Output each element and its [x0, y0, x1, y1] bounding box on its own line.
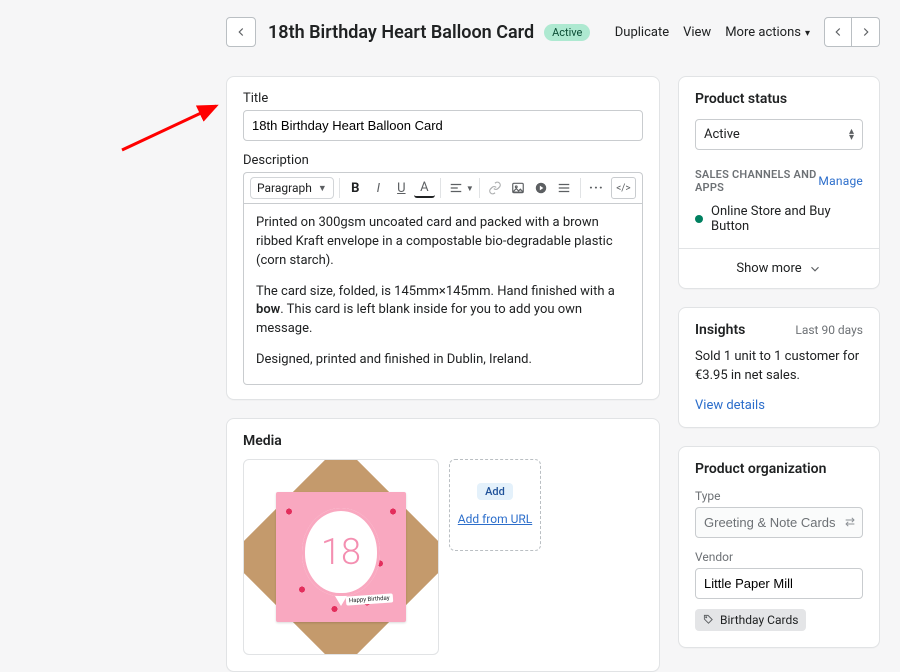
page-title: 18th Birthday Heart Balloon Card [268, 22, 534, 43]
desc-paragraph: Designed, printed and finished in Dublin… [256, 351, 630, 370]
media-card: Media 18 Happy Birthday Add Add from URL [226, 418, 660, 672]
insights-heading: Insights [695, 322, 745, 338]
description-editor[interactable]: Printed on 300gsm uncoated card and pack… [243, 203, 643, 385]
rte-video-button[interactable] [531, 177, 552, 199]
duplicate-action[interactable]: Duplicate [615, 25, 669, 40]
title-input[interactable] [243, 110, 643, 141]
product-status-heading: Product status [695, 91, 863, 107]
rte-paragraph-select[interactable]: Paragraph ▼ [250, 177, 334, 199]
show-more-button[interactable]: Show more [679, 248, 879, 288]
manage-channels-link[interactable]: Manage [818, 174, 863, 188]
vendor-input[interactable] [695, 568, 863, 599]
channel-row: Online Store and Buy Button [695, 204, 863, 234]
description-label: Description [243, 153, 643, 168]
insights-summary: Sold 1 unit to 1 customer for €3.95 in n… [695, 348, 863, 386]
view-action[interactable]: View [683, 25, 711, 40]
vendor-label: Vendor [695, 550, 863, 564]
insights-card: Insights Last 90 days Sold 1 unit to 1 c… [678, 307, 880, 428]
type-input[interactable] [695, 507, 863, 538]
rte-color-button[interactable]: A [414, 178, 435, 198]
rte-align-button[interactable] [446, 177, 467, 199]
page-header: 18th Birthday Heart Balloon Card Active … [0, 12, 900, 52]
product-status-card: Product status Active ▴▾ SALES CHANNELS … [678, 76, 880, 289]
rte-underline-button[interactable]: U [391, 177, 412, 199]
prev-button[interactable] [824, 17, 852, 47]
pager [824, 17, 880, 47]
desc-paragraph: Printed on 300gsm uncoated card and pack… [256, 214, 630, 271]
media-add-zone[interactable]: Add Add from URL [449, 459, 541, 551]
product-organization-card: Product organization Type ⇄ Vendor Birth… [678, 446, 880, 648]
desc-paragraph: The card size, folded, is 145mm×145mm. H… [256, 283, 630, 340]
sales-channels-label: SALES CHANNELS AND APPS [695, 168, 818, 194]
organization-heading: Product organization [695, 461, 863, 477]
media-heading: Media [227, 419, 659, 459]
add-media-button[interactable]: Add [477, 483, 513, 500]
insights-range: Last 90 days [795, 323, 863, 337]
status-badge: Active [544, 24, 590, 41]
rte-clear-button[interactable] [554, 177, 575, 199]
back-button[interactable] [226, 17, 256, 47]
rte-image-button[interactable] [508, 177, 529, 199]
more-actions-menu[interactable]: More actions [725, 25, 810, 40]
type-label: Type [695, 489, 863, 503]
rte-bold-button[interactable]: B [345, 177, 366, 199]
balloon-graphic: 18 [302, 508, 380, 596]
rte-toolbar: Paragraph ▼ B I U A ▼ [243, 172, 643, 203]
view-details-link[interactable]: View details [695, 398, 765, 413]
product-status-select[interactable]: Active ▴▾ [695, 119, 863, 150]
rte-html-button[interactable]: </> [611, 177, 636, 199]
media-thumbnail[interactable]: 18 Happy Birthday [243, 459, 439, 655]
rte-italic-button[interactable]: I [368, 177, 389, 199]
next-button[interactable] [852, 17, 880, 47]
status-dot-icon [695, 215, 703, 223]
shuffle-icon[interactable]: ⇄ [845, 515, 855, 529]
tag-chip[interactable]: Birthday Cards [695, 609, 806, 631]
rte-link-button[interactable] [485, 177, 506, 199]
title-label: Title [243, 91, 643, 106]
chevron-updown-icon: ▴▾ [849, 129, 854, 141]
rte-more-button[interactable]: ··· [586, 177, 607, 199]
add-from-url-link[interactable]: Add from URL [458, 512, 532, 526]
